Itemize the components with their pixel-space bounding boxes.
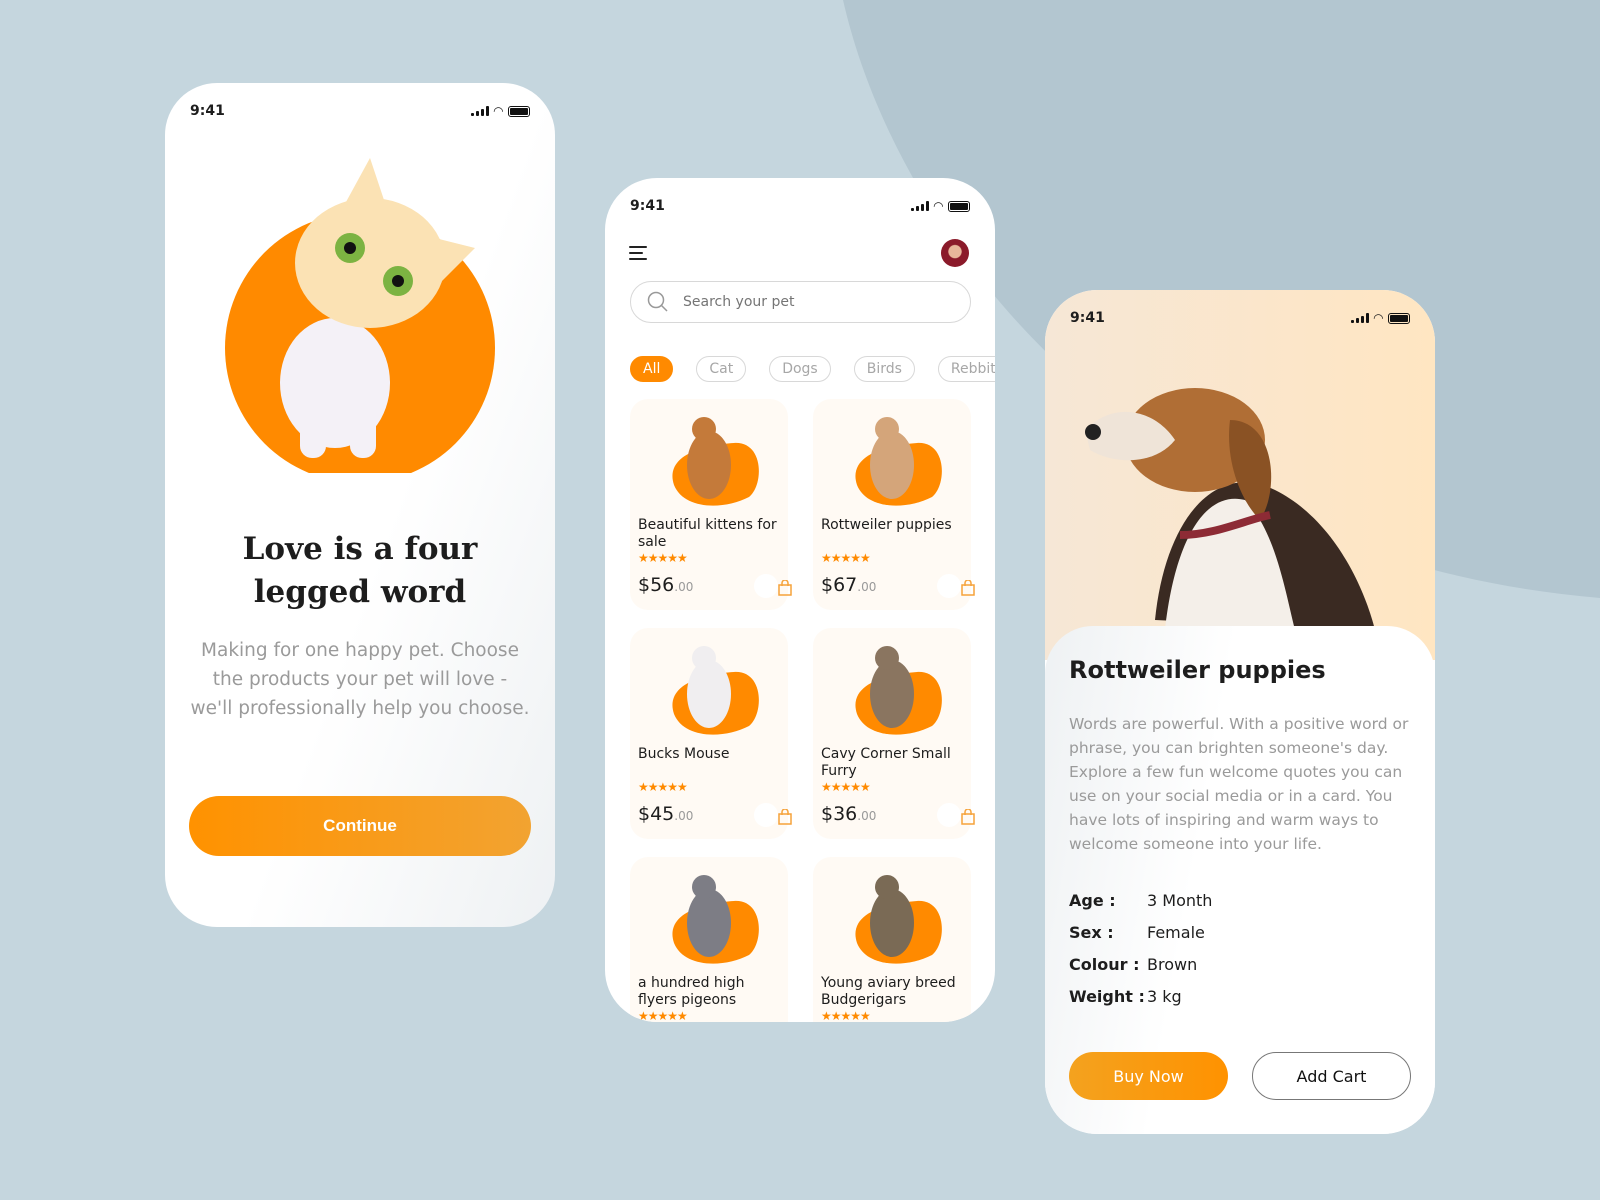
price-cents: .00 [674, 809, 694, 823]
product-card[interactable]: Rottweiler puppies ★★★★★ $67.00 [813, 399, 975, 610]
spec-value: 3 kg [1147, 986, 1182, 1006]
spec-age: Age : 3 Month [1069, 884, 1212, 916]
search-icon [647, 291, 668, 312]
wifi-icon: ◠ [493, 104, 503, 118]
tab-cat[interactable]: Cat [696, 356, 747, 382]
signal-icon [470, 106, 489, 116]
tab-dogs[interactable]: Dogs [769, 356, 831, 382]
product-price: $36.00 [821, 803, 876, 825]
product-name: Bucks Mouse [638, 746, 730, 762]
signal-icon [910, 201, 929, 211]
listing-screen: 9:41 ◠ All Cat Dogs Birds Rebbit Beautif… [605, 178, 995, 1022]
status-bar: 9:41 ◠ [190, 103, 530, 119]
spec-label: Sex : [1069, 922, 1114, 942]
spec-value: Female [1147, 922, 1205, 942]
spec-label: Weight : [1069, 986, 1145, 1006]
pet-photo [1045, 290, 1435, 660]
onboarding-screen: 9:41 ◠ Love is a four legged word Making… [165, 83, 555, 927]
tab-rebbit[interactable]: Rebbit [937, 356, 995, 382]
price-cents: .00 [674, 580, 694, 594]
tab-birds[interactable]: Birds [853, 356, 915, 382]
shopping-bag-icon [778, 580, 792, 596]
battery-icon [1388, 312, 1410, 324]
wifi-icon: ◠ [933, 199, 943, 213]
product-card[interactable]: Bucks Mouse ★★★★★ $45.00 [630, 628, 792, 839]
pet-title: Rottweiler puppies [1069, 656, 1326, 684]
shopping-bag-icon [778, 809, 792, 825]
buy-now-button[interactable]: Buy Now [1069, 1052, 1228, 1100]
status-time: 9:41 [1070, 310, 1105, 326]
spec-weight: Weight :3 kg [1069, 980, 1212, 1012]
status-time: 9:41 [190, 103, 225, 119]
product-grid: Beautiful kittens for sale ★★★★★ $56.00 R… [630, 399, 975, 1022]
pet-image [855, 875, 942, 964]
rating-stars: ★★★★★ [821, 1009, 871, 1022]
wifi-icon: ◠ [1373, 311, 1383, 325]
detail-screen: 9:41 ◠ Rottweiler puppies Words are powe… [1045, 290, 1435, 1134]
add-to-bag-button[interactable] [937, 803, 975, 827]
price-dollars: $36 [821, 803, 858, 825]
add-to-bag-button[interactable] [754, 574, 792, 598]
kitten-illustration [225, 158, 495, 473]
pet-image [672, 417, 759, 506]
product-name: Rottweiler puppies [821, 517, 952, 533]
product-card[interactable]: a hundred high flyers pigeons ★★★★★ [630, 857, 788, 1022]
avatar[interactable] [941, 239, 969, 267]
pet-image [672, 646, 759, 735]
status-bar: 9:41 ◠ [630, 198, 970, 214]
product-name: Cavy Corner Small Furry [821, 746, 951, 779]
product-price: $45.00 [638, 803, 693, 825]
pet-image [855, 417, 942, 506]
price-cents: .00 [857, 580, 877, 594]
onboarding-description: Making for one happy pet. Choose the pro… [190, 640, 530, 719]
product-name: Young aviary breed Budgerigars [821, 975, 956, 1008]
battery-icon [948, 200, 970, 212]
category-tabs: All Cat Dogs Birds Rebbit [630, 356, 995, 382]
shopping-bag-icon [961, 580, 975, 596]
price-cents: .00 [857, 809, 877, 823]
product-card[interactable]: Young aviary breed Budgerigars ★★★★★ [813, 857, 971, 1022]
price-dollars: $45 [638, 803, 675, 825]
status-time: 9:41 [630, 198, 665, 214]
product-price: $67.00 [821, 574, 876, 596]
product-name: a hundred high flyers pigeons [638, 975, 745, 1008]
add-to-bag-button[interactable] [754, 803, 792, 827]
price-dollars: $67 [821, 574, 858, 596]
pet-image [855, 646, 942, 735]
product-card[interactable]: Cavy Corner Small Furry ★★★★★ $36.00 [813, 628, 975, 839]
rating-stars: ★★★★★ [821, 551, 871, 565]
tab-all[interactable]: All [630, 356, 674, 382]
battery-icon [508, 105, 530, 117]
spec-colour: Colour : Brown [1069, 948, 1212, 980]
onboarding-title: Love is a four legged word [242, 531, 478, 610]
shopping-bag-icon [961, 809, 975, 825]
spec-sex: Sex : Female [1069, 916, 1212, 948]
beagle-image [1085, 388, 1375, 630]
rating-stars: ★★★★★ [821, 780, 871, 794]
spec-value: Brown [1147, 954, 1198, 974]
pet-description: Words are powerful. With a positive word… [1069, 715, 1409, 853]
menu-icon[interactable] [629, 246, 649, 264]
product-price: $56.00 [638, 574, 693, 596]
continue-button[interactable]: Continue [189, 796, 531, 856]
signal-icon [1350, 313, 1369, 323]
search-bar[interactable] [630, 281, 971, 323]
rating-stars: ★★★★★ [638, 1009, 688, 1022]
product-name: Beautiful kittens for sale [638, 517, 777, 550]
search-input[interactable] [683, 294, 933, 310]
product-card[interactable]: Beautiful kittens for sale ★★★★★ $56.00 [630, 399, 792, 610]
spec-label: Age : [1069, 890, 1116, 910]
pet-image [672, 875, 759, 964]
status-bar: 9:41 ◠ [1070, 310, 1410, 326]
spec-label: Colour : [1069, 954, 1140, 974]
pet-specs: Age : 3 Month Sex : Female Colour : Brown W… [1069, 884, 1212, 1012]
spec-value: 3 Month [1147, 890, 1213, 910]
price-dollars: $56 [638, 574, 675, 596]
rating-stars: ★★★★★ [638, 780, 688, 794]
add-cart-button[interactable]: Add Cart [1252, 1052, 1411, 1100]
add-to-bag-button[interactable] [937, 574, 975, 598]
rating-stars: ★★★★★ [638, 551, 688, 565]
